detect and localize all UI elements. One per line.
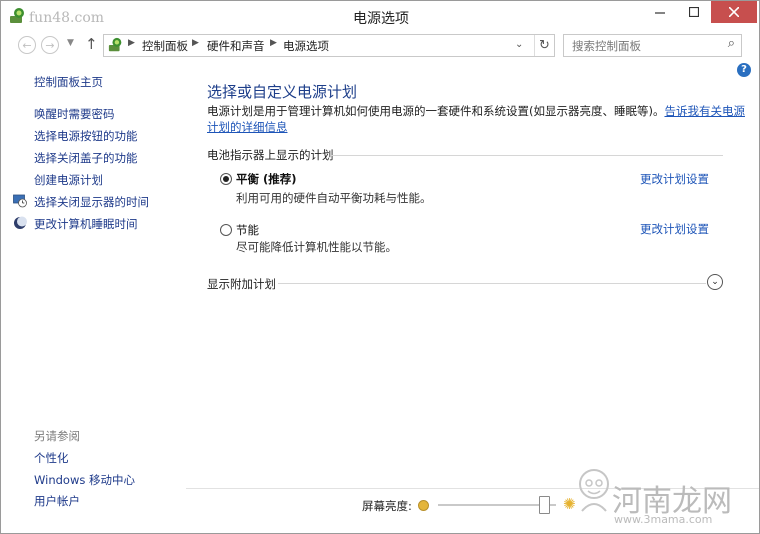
arrow-right-icon: → <box>45 38 55 52</box>
divider <box>278 283 706 284</box>
breadcrumb-separator-icon: ▶ <box>128 38 135 48</box>
brightness-low-icon <box>418 500 429 511</box>
power-saver-plan-description: 尽可能降低计算机性能以节能。 <box>236 240 397 254</box>
balanced-plan-radio[interactable] <box>220 173 232 185</box>
breadcrumb-separator-icon[interactable]: ▶ <box>270 38 277 48</box>
arrow-up-icon: ↑ <box>85 35 98 53</box>
monitor-clock-icon <box>13 194 27 208</box>
sidebar-link-lid-close[interactable]: 选择关闭盖子的功能 <box>34 150 138 166</box>
breadcrumb-control-panel[interactable]: 控制面板 <box>142 38 188 54</box>
brightness-high-icon: ✺ <box>563 495 576 513</box>
search-input[interactable]: 搜索控制面板 ⌕ <box>563 34 742 57</box>
breadcrumb-power-options[interactable]: 电源选项 <box>283 38 329 54</box>
maximize-icon <box>689 7 699 17</box>
site-logo-url: www.3mama.com <box>614 513 713 526</box>
forward-button[interactable]: → <box>41 36 59 54</box>
power-saver-plan-settings-link[interactable]: 更改计划设置 <box>640 221 709 237</box>
minimize-icon <box>655 12 665 14</box>
balanced-plan-description: 利用可用的硬件自动平衡功耗与性能。 <box>236 191 432 205</box>
up-button[interactable]: ↑ <box>85 35 98 53</box>
battery-plans-heading: 电池指示器上显示的计划 <box>207 148 334 162</box>
see-also-mobility-center[interactable]: Windows 移动中心 <box>34 472 135 488</box>
address-dropdown-icon[interactable]: ⌄ <box>515 39 523 50</box>
search-icon[interactable]: ⌕ <box>728 36 735 51</box>
divider <box>331 155 723 156</box>
title-bar: fun48.com 电源选项 <box>1 1 759 31</box>
close-icon <box>729 7 739 17</box>
sidebar-link-sleep-time[interactable]: 更改计算机睡眠时间 <box>34 216 138 232</box>
sidebar-home-link[interactable]: 控制面板主页 <box>34 74 103 90</box>
sidebar: 控制面板主页 唤醒时需要密码 选择电源按钮的功能 选择关闭盖子的功能 创建电源计… <box>1 59 186 533</box>
brightness-slider-thumb[interactable] <box>539 496 550 514</box>
arrow-left-icon: ← <box>22 38 32 52</box>
power-options-window: fun48.com 电源选项 ← → ▼ ↑ ▶ 控制面板 ▶ 硬件和声音 ▶ <box>0 0 760 534</box>
show-additional-plans-label[interactable]: 显示附加计划 <box>207 276 276 292</box>
refresh-icon: ↻ <box>539 38 550 53</box>
page-description: 电源计划是用于管理计算机如何使用电源的一套硬件和系统设置(如显示器亮度、睡眠等)… <box>207 103 747 135</box>
address-bar[interactable]: ▶ 控制面板 ▶ 硬件和声音 ▶ 电源选项 ⌄ ↻ <box>103 34 555 57</box>
see-also-heading: 另请参阅 <box>34 429 80 443</box>
balanced-plan-name[interactable]: 平衡 (推荐) <box>236 171 297 187</box>
minimize-button[interactable] <box>643 1 677 23</box>
sidebar-link-display-off[interactable]: 选择关闭显示器的时间 <box>34 194 149 210</box>
power-saver-plan-name[interactable]: 节能 <box>236 222 259 238</box>
see-also-user-accounts[interactable]: 用户帐户 <box>34 493 80 509</box>
refresh-button[interactable]: ↻ <box>534 35 554 56</box>
moon-icon <box>14 216 27 229</box>
description-text: 电源计划是用于管理计算机如何使用电源的一套硬件和系统设置(如显示器亮度、睡眠等)… <box>207 104 665 118</box>
close-button[interactable] <box>711 1 757 23</box>
see-also-personalization[interactable]: 个性化 <box>34 450 69 466</box>
expand-additional-plans-button[interactable]: ⌄ <box>707 274 723 290</box>
navigation-bar: ← → ▼ ↑ ▶ 控制面板 ▶ 硬件和声音 ▶ 电源选项 ⌄ ↻ 搜索控制面板… <box>1 31 759 59</box>
maximize-button[interactable] <box>677 1 711 23</box>
breadcrumb-separator-icon[interactable]: ▶ <box>192 38 199 48</box>
power-saver-plan-radio[interactable] <box>220 224 232 236</box>
back-button[interactable]: ← <box>18 36 36 54</box>
sidebar-link-wake-password[interactable]: 唤醒时需要密码 <box>34 106 115 122</box>
recent-locations-dropdown[interactable]: ▼ <box>67 38 74 48</box>
main-content: ? 选择或自定义电源计划 电源计划是用于管理计算机如何使用电源的一套硬件和系统设… <box>186 59 759 533</box>
sidebar-link-power-button[interactable]: 选择电源按钮的功能 <box>34 128 138 144</box>
sidebar-link-create-plan[interactable]: 创建电源计划 <box>34 172 103 188</box>
control-panel-icon <box>108 37 122 52</box>
brightness-label: 屏幕亮度: <box>362 499 412 513</box>
balanced-plan-settings-link[interactable]: 更改计划设置 <box>640 171 709 187</box>
site-logo-graphic <box>579 469 609 512</box>
chevron-down-icon: ▼ <box>67 38 74 48</box>
breadcrumb-hardware-sound[interactable]: 硬件和声音 <box>207 38 265 54</box>
chevron-down-icon: ⌄ <box>711 277 719 287</box>
help-icon[interactable]: ? <box>737 63 751 77</box>
page-title: 选择或自定义电源计划 <box>207 83 358 101</box>
search-placeholder: 搜索控制面板 <box>572 39 641 53</box>
